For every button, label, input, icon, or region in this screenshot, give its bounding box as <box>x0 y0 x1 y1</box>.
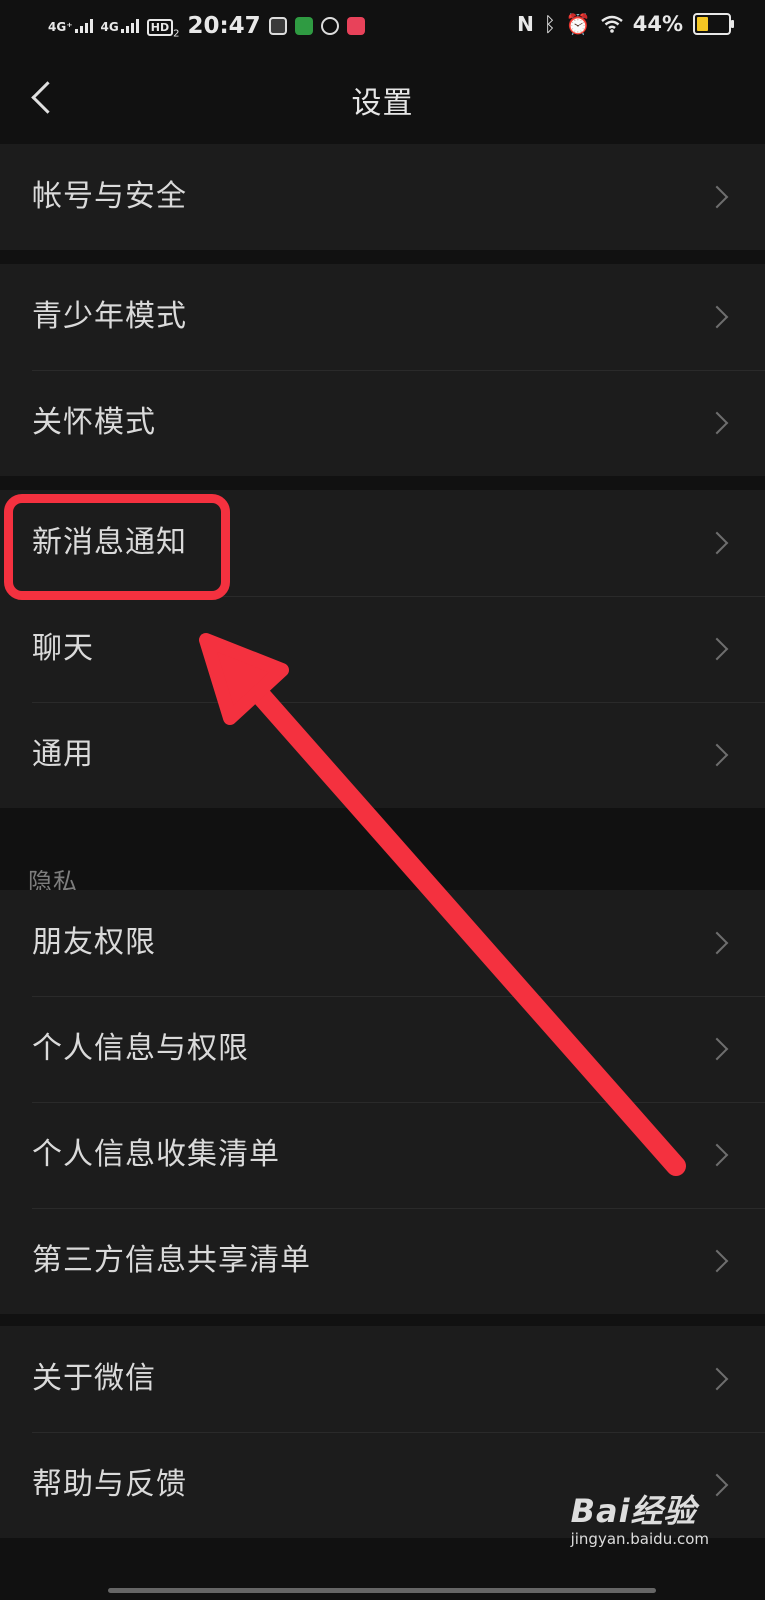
menu-item-general[interactable]: 通用 <box>0 702 765 808</box>
status-left: 4G⁺ 4G HD 2 20:47 <box>48 12 365 39</box>
menu-item-label: 朋友权限 <box>32 925 156 960</box>
menu-item-teen-mode[interactable]: 青少年模式 <box>0 264 765 370</box>
status-bar: 4G⁺ 4G HD 2 20:47 N ᛒ ⏰ 44% <box>0 0 765 52</box>
home-indicator[interactable] <box>108 1588 656 1593</box>
chevron-right-icon <box>705 185 729 209</box>
menu-item-label: 通用 <box>32 737 94 772</box>
chevron-right-icon <box>705 1143 729 1167</box>
menu-item-friend-permissions[interactable]: 朋友权限 <box>0 890 765 996</box>
signal-1: 4G⁺ <box>48 18 93 34</box>
mode-group: 青少年模式 关怀模式 <box>0 264 765 476</box>
cat-app-icon <box>268 16 287 35</box>
account-group: 帐号与安全 <box>0 144 765 250</box>
nfc-icon: N <box>517 12 534 36</box>
battery-icon <box>693 13 734 35</box>
chevron-right-icon <box>705 1037 729 1061</box>
chevron-right-icon <box>705 1367 729 1391</box>
signal-bars-icon <box>120 18 139 33</box>
clock: 20:47 <box>187 12 261 39</box>
alarm-icon: ⏰ <box>565 12 591 36</box>
signal-bars-icon <box>74 18 93 33</box>
menu-item-label: 第三方信息共享清单 <box>32 1243 311 1278</box>
menu-item-third-party-sharing[interactable]: 第三方信息共享清单 <box>0 1208 765 1314</box>
privacy-group: 朋友权限 个人信息与权限 个人信息收集清单 第三方信息共享清单 <box>0 890 765 1314</box>
chevron-right-icon <box>705 531 729 555</box>
watermark-url: jingyan.baidu.com <box>570 1530 709 1548</box>
baidu-jingyan-watermark: Bai经验 jingyan.baidu.com <box>571 1486 709 1548</box>
menu-item-about-wechat[interactable]: 关于微信 <box>0 1326 765 1432</box>
watermark-logo: Bai经验 <box>570 1492 697 1530</box>
network-type-1: 4G⁺ <box>48 19 73 34</box>
menu-item-account-security[interactable]: 帐号与安全 <box>0 144 765 250</box>
bluetooth-icon: ᛒ <box>543 12 556 36</box>
chevron-right-icon <box>705 1249 729 1273</box>
menu-item-label: 帐号与安全 <box>32 179 187 214</box>
chevron-right-icon <box>705 411 729 435</box>
menu-item-label: 青少年模式 <box>32 299 187 334</box>
menu-item-label: 关怀模式 <box>32 405 156 440</box>
chevron-right-icon <box>705 637 729 661</box>
chevron-right-icon <box>705 931 729 955</box>
game-app-icon <box>294 16 313 35</box>
wifi-icon <box>600 15 623 33</box>
network-type-2: 4G <box>100 19 119 34</box>
menu-item-label: 个人信息收集清单 <box>32 1137 280 1172</box>
nav-bar: 设置 <box>0 52 765 144</box>
chevron-right-icon <box>705 743 729 767</box>
hd-icon: HD 2 <box>146 12 179 39</box>
menu-item-care-mode[interactable]: 关怀模式 <box>0 370 765 476</box>
status-right: N ᛒ ⏰ 44% <box>517 12 734 36</box>
page-title: 设置 <box>351 86 414 121</box>
menu-item-label: 关于微信 <box>32 1361 156 1396</box>
battery-percent: 44% <box>632 12 683 36</box>
red-app-icon <box>346 16 365 35</box>
chevron-right-icon <box>705 305 729 329</box>
menu-item-personal-info-permissions[interactable]: 个人信息与权限 <box>0 996 765 1102</box>
sync-app-icon <box>320 16 339 35</box>
menu-item-label: 个人信息与权限 <box>32 1031 249 1066</box>
menu-item-label: 聊天 <box>32 631 94 666</box>
highlight-box <box>4 494 230 600</box>
menu-item-chat[interactable]: 聊天 <box>0 596 765 702</box>
menu-item-label: 帮助与反馈 <box>32 1467 187 1502</box>
menu-item-personal-info-collection[interactable]: 个人信息收集清单 <box>0 1102 765 1208</box>
chevron-right-icon <box>705 1473 729 1497</box>
signal-2: 4G <box>100 18 139 34</box>
